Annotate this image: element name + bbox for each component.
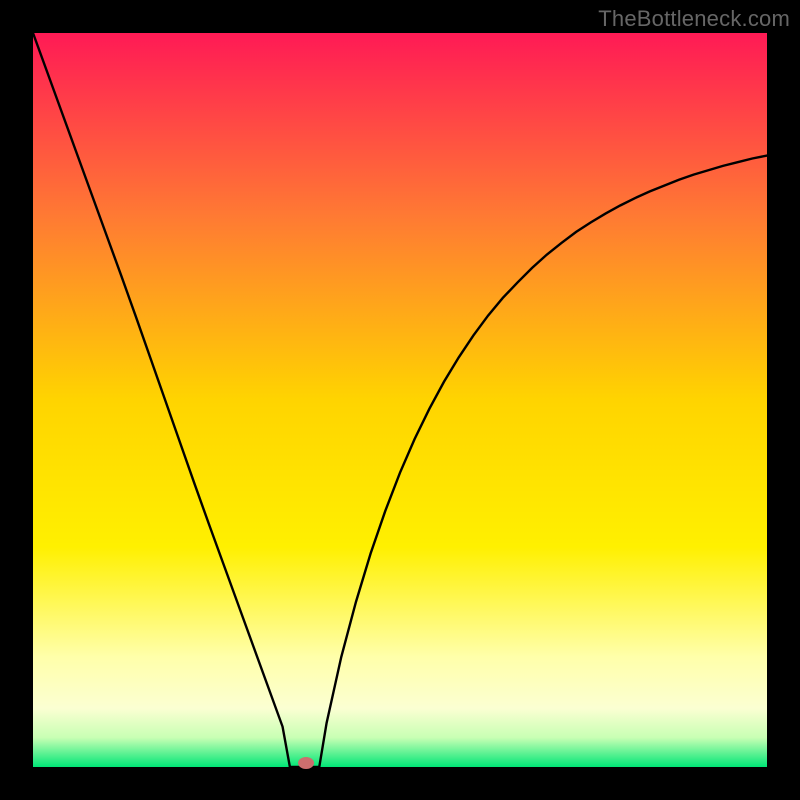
optimal-point-marker (298, 757, 314, 769)
chart-svg (0, 0, 800, 800)
bottleneck-chart: TheBottleneck.com (0, 0, 800, 800)
plot-background (33, 33, 767, 767)
watermark-label: TheBottleneck.com (598, 6, 790, 32)
